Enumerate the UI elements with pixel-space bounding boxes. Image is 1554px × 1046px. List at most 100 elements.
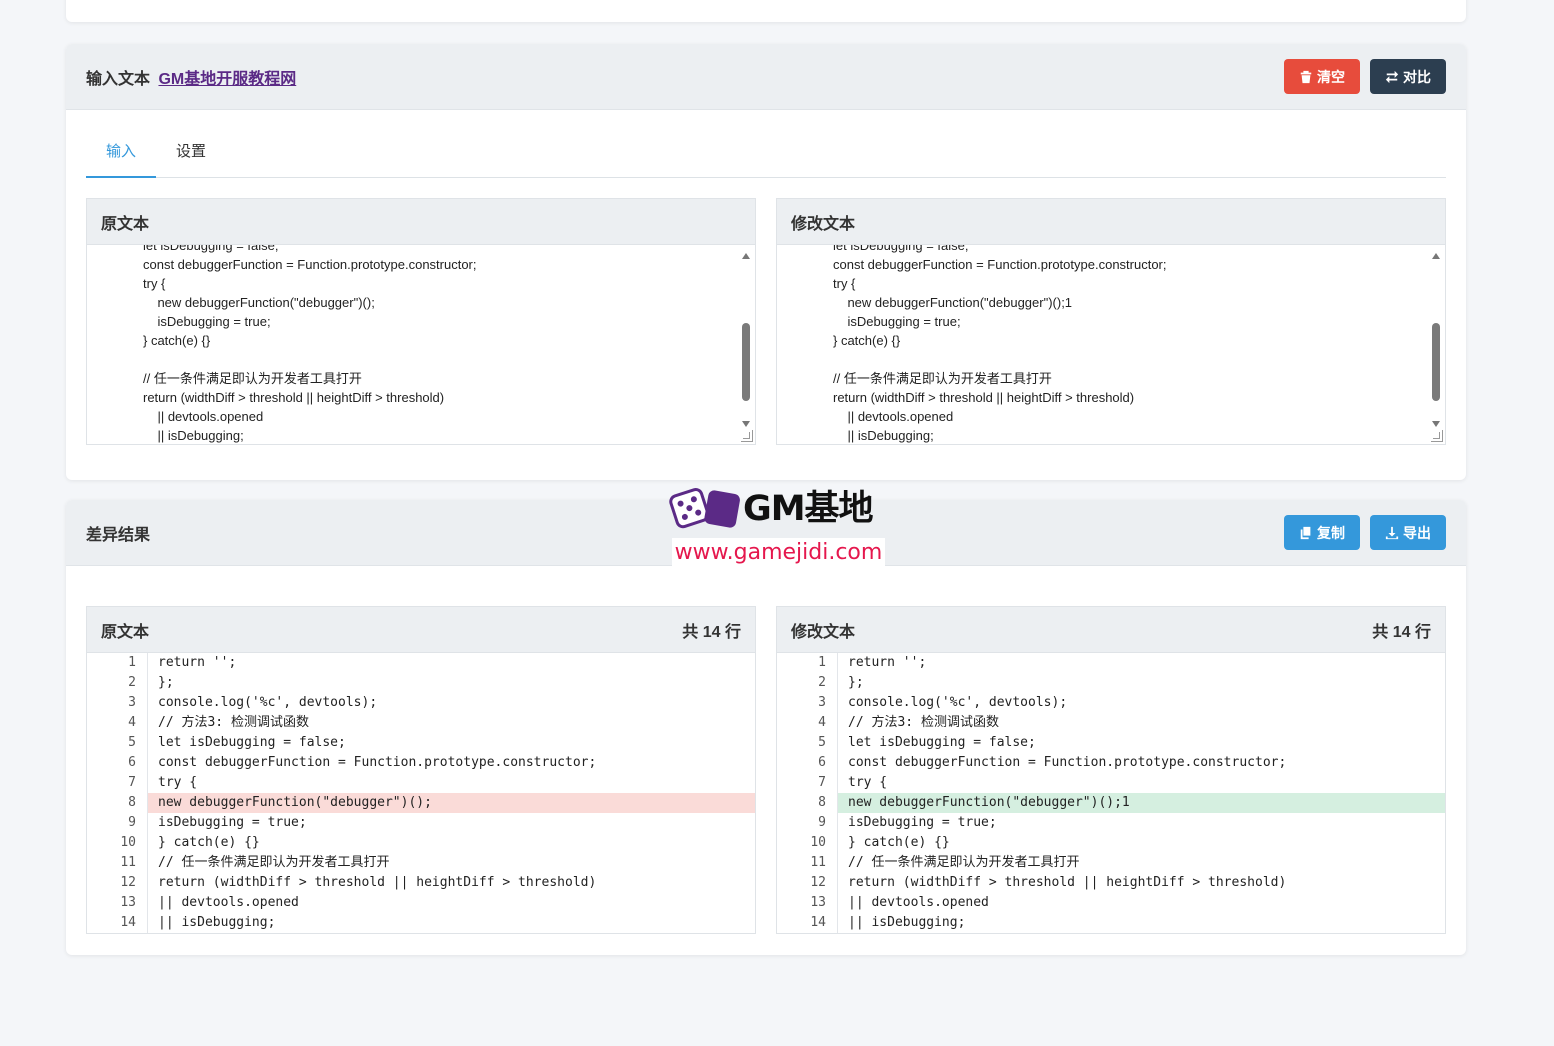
- original-scrollbar[interactable]: [739, 247, 753, 427]
- textarea-line: const debuggerFunction = Function.protot…: [833, 257, 1167, 272]
- line-code: // 任一条件满足即认为开发者工具打开: [158, 855, 390, 870]
- original-text-pane: 原文本 let isDebugging = false; const debugg…: [86, 198, 756, 445]
- compare-button[interactable]: 对比: [1370, 59, 1446, 94]
- textarea-line: } catch(e) {}: [833, 333, 901, 348]
- line-number: 7: [87, 773, 148, 793]
- line-number: 14: [777, 913, 838, 933]
- line-number: 9: [777, 813, 838, 833]
- line-code: try {: [158, 775, 198, 790]
- diff-line: 2};: [87, 673, 755, 693]
- input-card: 输入文本 GM基地开服教程网 清空 对比 输入 设置 原文本 let isDeb…: [66, 44, 1466, 480]
- line-number: 9: [87, 813, 148, 833]
- line-number: 2: [777, 673, 838, 693]
- line-code: || devtools.opened: [158, 895, 299, 910]
- trash-icon: [1300, 70, 1312, 83]
- diff-line: 5 let isDebugging = false;: [777, 733, 1445, 753]
- line-number: 14: [87, 913, 148, 933]
- line-code: // 任一条件满足即认为开发者工具打开: [848, 855, 1080, 870]
- diff-line: 9 isDebugging = true;: [777, 813, 1445, 833]
- textarea-line: new debuggerFunction("debugger")();: [143, 295, 375, 310]
- line-code: return '';: [848, 655, 927, 670]
- diff-line: 6 const debuggerFunction = Function.proto…: [777, 753, 1445, 773]
- line-number: 11: [87, 853, 148, 873]
- line-code: new debuggerFunction("debugger")();: [148, 793, 755, 813]
- diff-line: 13 || devtools.opened: [777, 893, 1445, 913]
- diff-line: 6 const debuggerFunction = Function.proto…: [87, 753, 755, 773]
- original-text-header: 原文本: [87, 199, 755, 245]
- deleted-line: 8 new debuggerFunction("debugger")();: [87, 793, 755, 813]
- textarea-line: try {: [143, 276, 166, 291]
- line-number: 4: [87, 713, 148, 733]
- export-label: 导出: [1403, 524, 1431, 541]
- diff-line: 1 return '';: [87, 653, 755, 673]
- top-card: [66, 0, 1466, 22]
- line-number: 5: [87, 733, 148, 753]
- export-button[interactable]: 导出: [1370, 515, 1446, 550]
- copy-button[interactable]: 复制: [1284, 515, 1360, 550]
- line-code: isDebugging = true;: [158, 815, 307, 830]
- diff-line: 11 // 任一条件满足即认为开发者工具打开: [87, 853, 755, 873]
- diff-line: 7 try {: [777, 773, 1445, 793]
- tab-settings[interactable]: 设置: [156, 132, 226, 178]
- line-code: let isDebugging = false;: [158, 735, 346, 750]
- resize-handle[interactable]: [741, 430, 753, 442]
- line-code: };: [848, 675, 864, 690]
- line-number: 12: [87, 873, 148, 893]
- swap-icon: [1385, 70, 1399, 83]
- scroll-thumb[interactable]: [1432, 323, 1440, 401]
- diff-line: 10} catch(e) {}: [777, 833, 1445, 853]
- line-number: 3: [777, 693, 838, 713]
- tab-input[interactable]: 输入: [86, 132, 157, 178]
- input-tabs: 输入 设置: [86, 132, 1446, 178]
- line-code: let isDebugging = false;: [848, 735, 1036, 750]
- scroll-down-arrow[interactable]: [742, 421, 750, 427]
- textarea-line: return (widthDiff > threshold || heightD…: [833, 390, 1135, 405]
- line-number: 4: [777, 713, 838, 733]
- line-number: 5: [777, 733, 838, 753]
- modified-textarea[interactable]: let isDebugging = false; const debuggerFu…: [777, 245, 1445, 444]
- line-number: 2: [87, 673, 148, 693]
- textarea-line: let isDebugging = false;: [143, 245, 279, 253]
- diff-actions: 复制 导出: [1284, 515, 1446, 550]
- diff-line: 3 console.log('%c', devtools);: [87, 693, 755, 713]
- scroll-up-arrow[interactable]: [742, 253, 750, 259]
- line-number: 10: [777, 833, 838, 853]
- original-textarea[interactable]: let isDebugging = false; const debuggerFu…: [87, 245, 755, 444]
- line-code: try {: [848, 775, 888, 790]
- scroll-up-arrow[interactable]: [1432, 253, 1440, 259]
- diff-line: 10} catch(e) {}: [87, 833, 755, 853]
- diff-line: 1 return '';: [777, 653, 1445, 673]
- watermark-brand: GM基地: [743, 489, 874, 529]
- diff-modified-header: 修改文本 共 14 行: [777, 607, 1445, 653]
- diff-original-pane: 原文本 共 14 行 1 return ''; 2}; 3 console.log('%…: [86, 606, 756, 934]
- original-textarea-content: let isDebugging = false; const debuggerFu…: [143, 245, 477, 444]
- line-code: isDebugging = true;: [848, 815, 997, 830]
- textarea-line: return (widthDiff > threshold || heightD…: [143, 390, 445, 405]
- modified-scrollbar[interactable]: [1429, 247, 1443, 427]
- site-link[interactable]: GM基地开服教程网: [158, 71, 296, 88]
- input-actions: 清空 对比: [1284, 59, 1446, 94]
- textarea-line: isDebugging = true;: [833, 314, 961, 329]
- line-code: || isDebugging;: [158, 915, 276, 930]
- line-code: const debuggerFunction = Function.protot…: [848, 755, 1287, 770]
- line-code: return (widthDiff > threshold || heightD…: [848, 875, 1287, 890]
- line-number: 6: [87, 753, 148, 773]
- dice-logo-icon: [669, 487, 740, 529]
- diff-line: 7 try {: [87, 773, 755, 793]
- scroll-thumb[interactable]: [742, 323, 750, 401]
- modified-text-title: 修改文本: [791, 215, 856, 233]
- scroll-down-arrow[interactable]: [1432, 421, 1440, 427]
- textarea-line: try {: [833, 276, 856, 291]
- clear-button[interactable]: 清空: [1284, 59, 1360, 94]
- resize-handle[interactable]: [1431, 430, 1443, 442]
- line-code: console.log('%c', devtools);: [848, 695, 1068, 710]
- line-code: // 方法3: 检测调试函数: [158, 715, 309, 730]
- diff-line: 4 // 方法3: 检测调试函数: [777, 713, 1445, 733]
- line-number: 1: [87, 653, 148, 673]
- line-number: 6: [777, 753, 838, 773]
- diff-modified-title: 修改文本: [791, 623, 856, 641]
- line-number: 12: [777, 873, 838, 893]
- line-number: 3: [87, 693, 148, 713]
- line-code: console.log('%c', devtools);: [158, 695, 378, 710]
- diff-line: 14 || isDebugging;: [777, 913, 1445, 933]
